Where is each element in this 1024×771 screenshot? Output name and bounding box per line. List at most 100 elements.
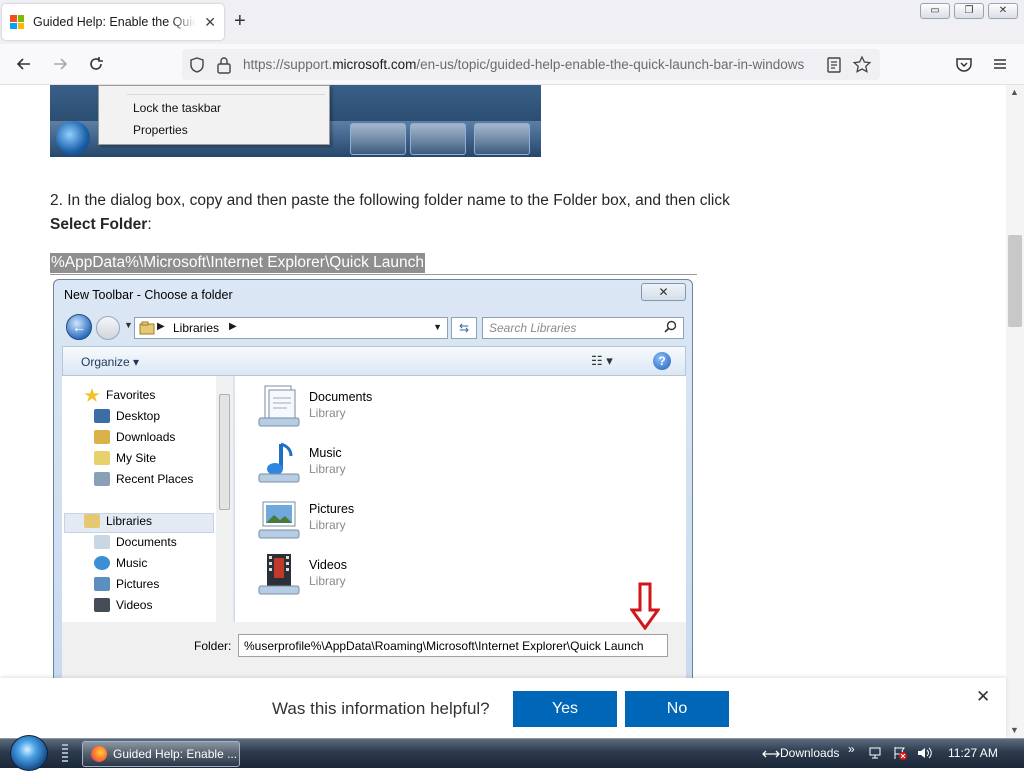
volume-icon[interactable] — [916, 745, 934, 761]
taskbar-grip — [62, 744, 68, 764]
new-tab-button[interactable]: + — [234, 10, 246, 32]
film-strip-icon — [94, 598, 110, 612]
taskbar-task-label: Guided Help: Enable ... — [113, 747, 238, 761]
reload-icon[interactable] — [86, 54, 106, 74]
browser-tab[interactable]: Guided Help: Enable the Quick Launch Bar… — [2, 4, 224, 40]
navigation-pane: Favorites Desktop Downloads My Site Rece… — [62, 376, 234, 622]
resize-arrows-icon — [762, 750, 780, 758]
nav-item-my-site: My Site — [94, 451, 156, 465]
choose-folder-dialog-image: New Toolbar - Choose a folder ✕ ← ▼ ▶ Li… — [53, 279, 693, 738]
nav-item-downloads: Downloads — [94, 430, 175, 444]
organize-menu: Organize ▾ — [81, 355, 140, 369]
chevron-down-icon: ▼ — [433, 322, 442, 332]
videos-library-icon — [258, 554, 300, 595]
folder-field: %userprofile%\AppData\Roaming\Microsoft\… — [238, 634, 668, 657]
firefox-icon — [91, 746, 107, 762]
divider — [50, 274, 697, 275]
library-item-pictures: Pictures Library — [255, 496, 354, 542]
taskbar-screenshot-image: Lock the taskbar Properties — [50, 85, 541, 157]
views-icon: ☷ ▾ — [591, 353, 613, 368]
forward-icon[interactable] — [50, 54, 70, 74]
downloads-toolbar[interactable]: Downloads — [780, 746, 839, 760]
search-placeholder: Search Libraries — [489, 321, 577, 335]
nav-item-favorites: Favorites — [84, 388, 155, 402]
library-item-videos: Videos Library — [255, 552, 347, 598]
yes-button[interactable]: Yes — [513, 691, 617, 727]
snipping-tool-icon — [474, 123, 530, 155]
recent-places-icon — [94, 472, 110, 486]
nav-item-recent-places: Recent Places — [94, 472, 193, 486]
scroll-up-icon[interactable]: ▲ — [1010, 87, 1019, 97]
url-text[interactable]: https://support.microsoft.com/en-us/topi… — [243, 57, 818, 72]
context-menu: Lock the taskbar Properties — [98, 85, 330, 145]
feedback-close-icon[interactable]: ✕ — [976, 687, 990, 707]
folder-label: Folder: — [194, 639, 232, 653]
search-icon — [664, 320, 677, 333]
music-library-icon — [258, 442, 300, 483]
star-icon — [84, 388, 100, 402]
dialog-close-icon: ✕ — [641, 283, 686, 301]
file-pane: Documents Library Music Library Pictures Li… — [235, 376, 686, 622]
no-button[interactable]: No — [625, 691, 729, 727]
step-paragraph: 2. In the dialog box, copy and then past… — [50, 192, 730, 233]
address-bar: ▶ Libraries ▶ ▼ — [134, 317, 448, 339]
restore-button[interactable]: ❐ — [954, 3, 984, 19]
nav-item-libraries: Libraries — [84, 514, 152, 528]
folder-path-highlight[interactable]: %AppData%\Microsoft\Internet Explorer\Qu… — [50, 253, 426, 273]
nav-item-documents: Documents — [94, 535, 177, 549]
pocket-icon[interactable] — [954, 54, 974, 74]
paint-icon — [350, 123, 406, 155]
feedback-question: Was this information helpful? — [272, 699, 490, 718]
documents-icon — [94, 535, 110, 549]
bookmark-star-icon[interactable] — [852, 55, 872, 75]
refresh-icon: ⇆ — [451, 317, 477, 339]
tab-close-icon[interactable]: ✕ — [204, 14, 216, 31]
minimize-button[interactable]: ▭ — [920, 3, 950, 19]
libraries-icon — [139, 321, 155, 335]
forward-arrow-icon — [96, 316, 120, 340]
scroll-down-icon[interactable]: ▼ — [1010, 725, 1019, 735]
dialog-title: New Toolbar - Choose a folder — [64, 288, 233, 302]
context-menu-item: Lock the taskbar — [133, 101, 222, 115]
pictures-library-icon — [258, 501, 300, 539]
navigation-toolbar: https://support.microsoft.com/en-us/topi… — [0, 44, 1024, 85]
chevron-right-icon: ▶ — [229, 321, 237, 332]
start-button[interactable] — [10, 735, 48, 771]
library-item-music: Music Library — [255, 440, 346, 486]
network-icon[interactable] — [868, 745, 884, 761]
downloads-folder-icon — [94, 430, 110, 444]
libraries-folder-icon — [84, 514, 100, 528]
windows-taskbar: Guided Help: Enable ... Downloads » 11:2… — [0, 735, 1024, 771]
microsoft-logo-icon — [10, 15, 24, 29]
command-bar: Organize ▾ ☷ ▾ ? — [62, 346, 686, 376]
navigation-scrollbar — [216, 376, 233, 622]
pictures-icon — [94, 577, 110, 591]
chevron-down-icon: ▼ — [124, 320, 133, 330]
menu-icon[interactable] — [990, 54, 1010, 74]
shield-icon[interactable] — [188, 56, 206, 74]
chevron-right-icon: ▶ — [157, 321, 165, 332]
lock-icon[interactable] — [216, 56, 232, 74]
address-text: Libraries — [173, 321, 220, 335]
internet-explorer-icon — [410, 123, 466, 155]
help-icon: ? — [653, 352, 671, 370]
start-orb-icon — [56, 121, 90, 155]
page-scrollbar[interactable]: ▲ ▼ — [1006, 85, 1024, 738]
page-content: Lock the taskbar Properties 2. In the di… — [0, 85, 1006, 738]
scrollbar-thumb[interactable] — [1008, 235, 1022, 327]
toolbar-chevron-icon[interactable]: » — [848, 742, 855, 756]
reader-view-icon[interactable] — [826, 56, 842, 74]
clock[interactable]: 11:27 AM — [948, 746, 998, 760]
context-menu-item: Properties — [133, 123, 188, 137]
url-bar[interactable]: https://support.microsoft.com/en-us/topi… — [182, 49, 880, 80]
action-center-flag-icon[interactable] — [892, 745, 908, 761]
search-box: Search Libraries — [482, 317, 684, 339]
close-window-button[interactable]: ✕ — [988, 3, 1018, 19]
window-controls: ▭ ❐ ✕ — [920, 3, 1018, 19]
nav-item-videos: Videos — [94, 598, 152, 612]
nav-item-desktop: Desktop — [94, 409, 160, 423]
feedback-bar: Was this information helpful? Yes No ✕ — [0, 678, 1006, 738]
back-icon[interactable] — [14, 54, 34, 74]
tab-title: Guided Help: Enable the Quick Launch Bar — [33, 15, 197, 29]
taskbar-firefox-button[interactable]: Guided Help: Enable ... — [82, 741, 240, 767]
